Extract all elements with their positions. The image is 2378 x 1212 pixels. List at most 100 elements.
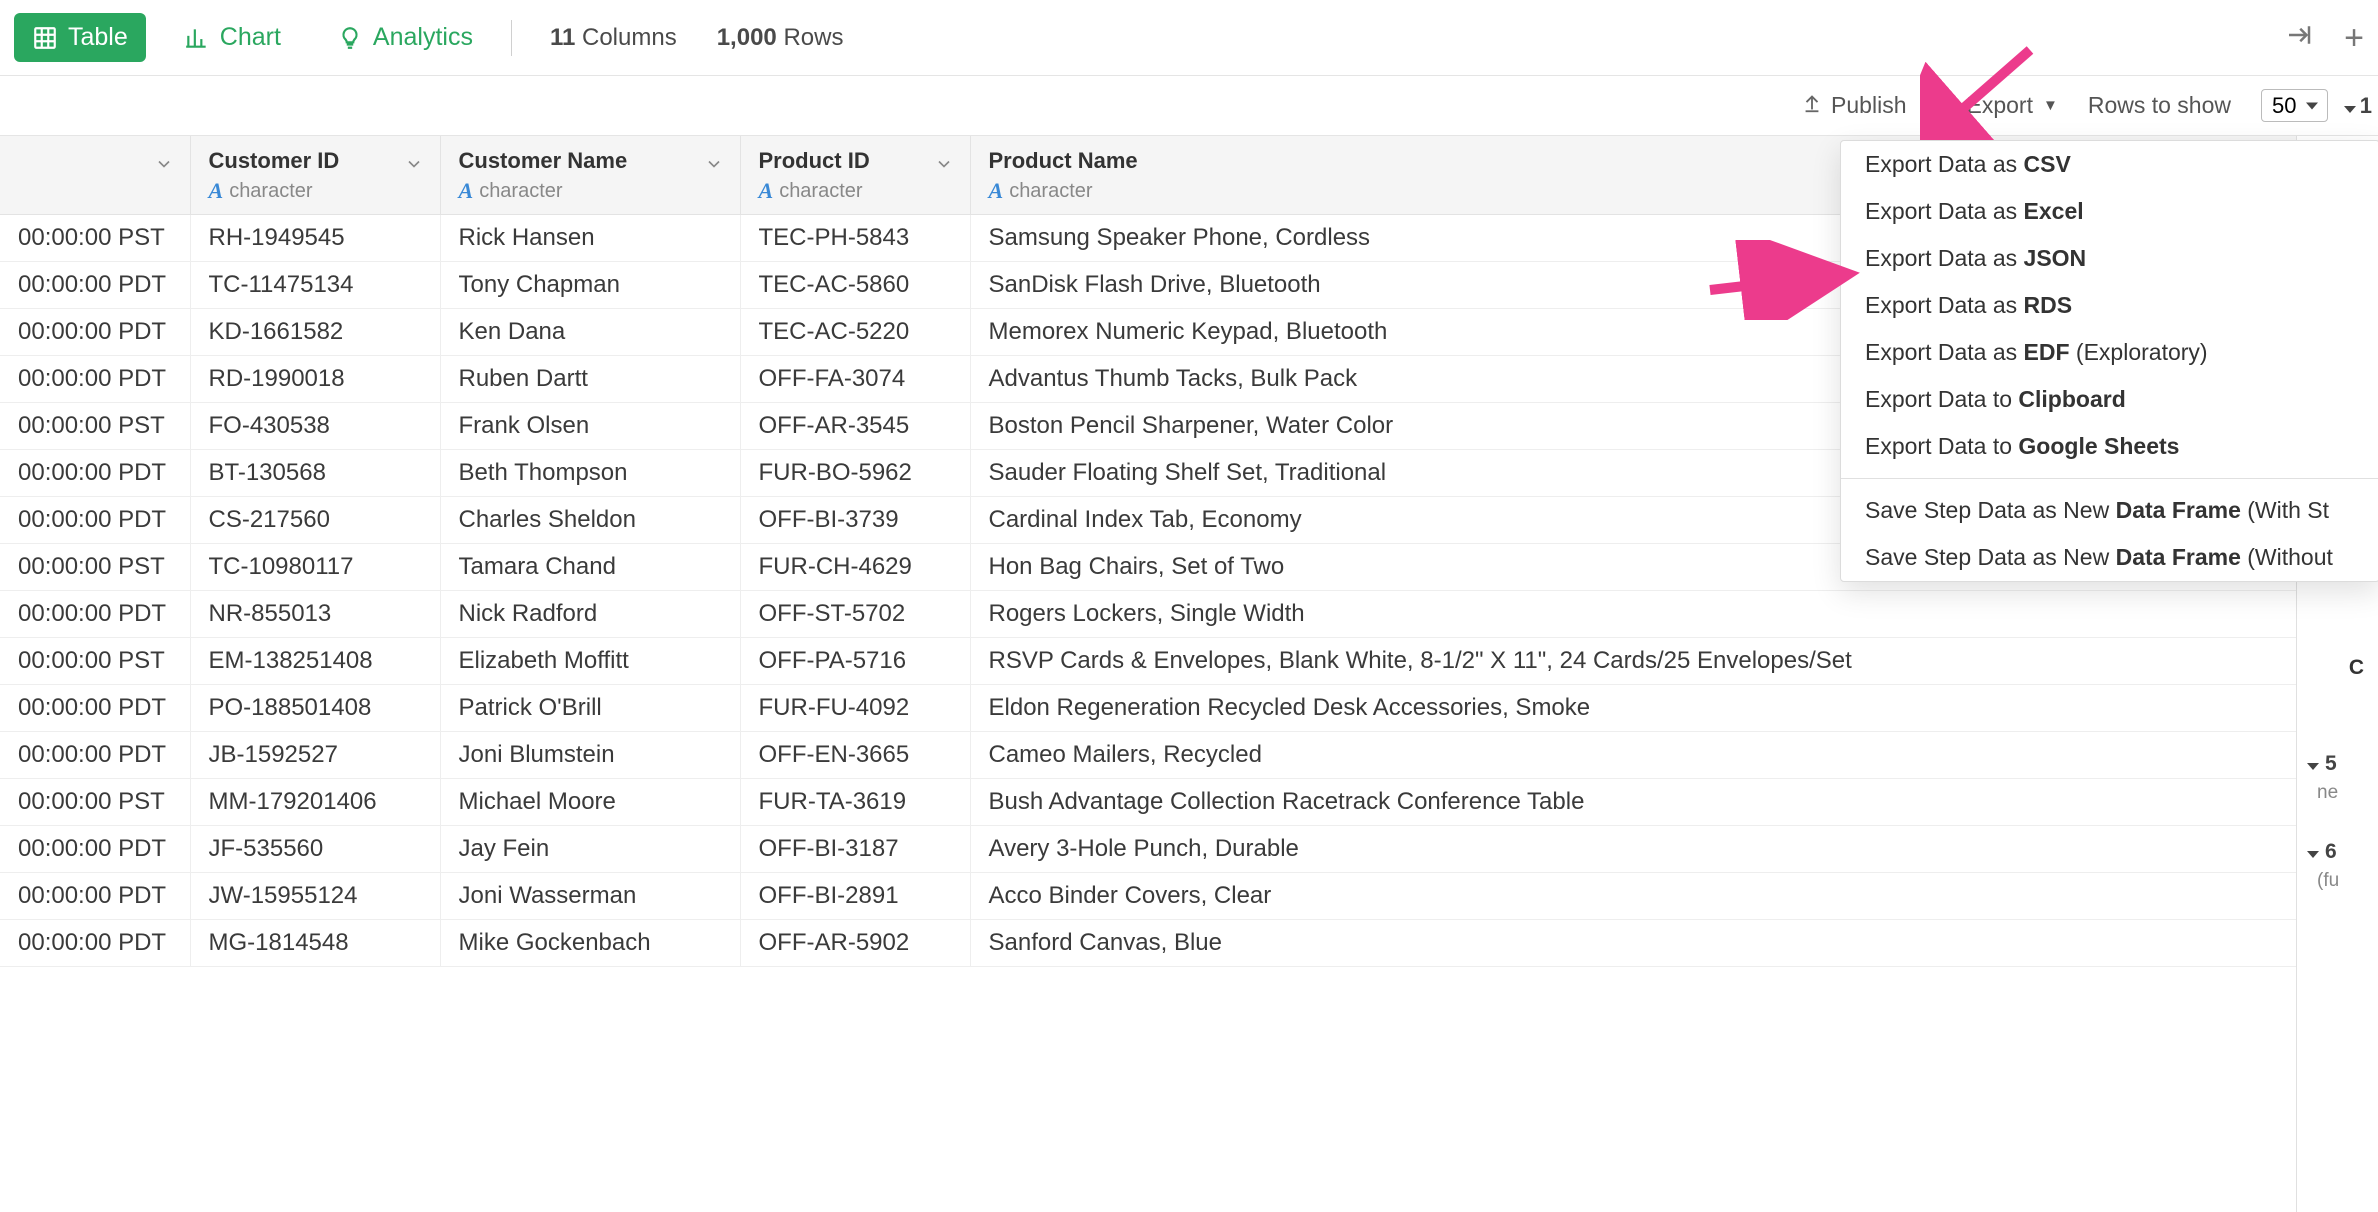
tab-table-label: Table [68, 23, 128, 52]
table-row[interactable]: 00:00:00 PDTPO-188501408Patrick O'BrillF… [0, 685, 2378, 732]
cell-cid: NR-855013 [190, 591, 440, 638]
caret-down-icon [2307, 840, 2319, 864]
table-row[interactable]: 00:00:00 PDTJW-15955124Joni WassermanOFF… [0, 873, 2378, 920]
cell-ts: 00:00:00 PDT [0, 826, 190, 873]
rows-count: 1,000 [717, 24, 777, 51]
rail-item-6[interactable]: 6 [2297, 834, 2378, 870]
cell-ts: 00:00:00 PDT [0, 262, 190, 309]
cell-cname: Rick Hansen [440, 215, 740, 262]
cell-cid: JB-1592527 [190, 732, 440, 779]
table-row[interactable]: 00:00:00 PDTNR-855013Nick RadfordOFF-ST-… [0, 591, 2378, 638]
cell-ts: 00:00:00 PST [0, 544, 190, 591]
cell-cname: Charles Sheldon [440, 497, 740, 544]
cell-cname: Nick Radford [440, 591, 740, 638]
cell-cid: RD-1990018 [190, 356, 440, 403]
column-header-product-id[interactable]: Product ID Acharacter [740, 136, 970, 215]
cell-cid: JF-535560 [190, 826, 440, 873]
export-csv[interactable]: Export Data as CSV [1841, 141, 2378, 188]
cell-cid: KD-1661582 [190, 309, 440, 356]
cell-ts: 00:00:00 PST [0, 779, 190, 826]
cell-cid: RH-1949545 [190, 215, 440, 262]
cell-pname: Acco Binder Covers, Clear [970, 873, 2378, 920]
cell-pid: OFF-AR-3545 [740, 403, 970, 450]
export-json[interactable]: Export Data as JSON [1841, 235, 2378, 282]
cell-pid: OFF-FA-3074 [740, 356, 970, 403]
rail-item-5[interactable]: 5 [2297, 746, 2378, 782]
chevron-down-icon [704, 154, 724, 180]
column-header-customer-name[interactable]: Customer Name Acharacter [440, 136, 740, 215]
sub-toolbar: Publish Export ▼ Rows to show 50 1 [0, 76, 2378, 136]
cell-cid: FO-430538 [190, 403, 440, 450]
table-row[interactable]: 00:00:00 PDTJF-535560Jay FeinOFF-BI-3187… [0, 826, 2378, 873]
export-edf[interactable]: Export Data as EDF (Exploratory) [1841, 329, 2378, 376]
chevron-down-icon [404, 154, 424, 180]
cell-cname: Tony Chapman [440, 262, 740, 309]
cell-pid: TEC-PH-5843 [740, 215, 970, 262]
chevron-down-icon [934, 154, 954, 180]
cell-cid: TC-10980117 [190, 544, 440, 591]
publish-label: Publish [1831, 92, 1906, 119]
cell-pid: FUR-TA-3619 [740, 779, 970, 826]
cell-cname: Patrick O'Brill [440, 685, 740, 732]
cell-pid: TEC-AC-5220 [740, 309, 970, 356]
cell-ts: 00:00:00 PDT [0, 309, 190, 356]
type-character-icon: A [459, 178, 474, 204]
download-icon [1936, 92, 1958, 120]
export-button[interactable]: Export ▼ [1936, 92, 2057, 120]
divider [511, 20, 512, 56]
export-clipboard[interactable]: Export Data to Clipboard [1841, 376, 2378, 423]
cell-ts: 00:00:00 PDT [0, 732, 190, 779]
cell-pname: Bush Advantage Collection Racetrack Conf… [970, 779, 2378, 826]
save-step-dataframe-withsteps[interactable]: Save Step Data as New Data Frame (With S… [1841, 487, 2378, 534]
rows-label: Rows [783, 24, 843, 51]
rail-item-5-sub: ne [2297, 782, 2378, 804]
caret-down-icon: ▼ [2043, 97, 2058, 114]
cell-ts: 00:00:00 PDT [0, 685, 190, 732]
export-googlesheets[interactable]: Export Data to Google Sheets [1841, 423, 2378, 470]
tab-analytics[interactable]: Analytics [319, 13, 491, 62]
chart-icon [184, 25, 210, 51]
cell-cid: EM-138251408 [190, 638, 440, 685]
cell-pname: Avery 3-Hole Punch, Durable [970, 826, 2378, 873]
cell-cname: Michael Moore [440, 779, 740, 826]
rail-item-6-sub: (fu [2297, 870, 2378, 892]
cell-pid: FUR-FU-4092 [740, 685, 970, 732]
rows-to-show-select[interactable]: 50 [2261, 89, 2328, 122]
type-character-icon: A [209, 178, 224, 204]
cell-pname: Cameo Mailers, Recycled [970, 732, 2378, 779]
chevron-down-icon [154, 154, 174, 180]
publish-button[interactable]: Publish [1801, 92, 1906, 120]
export-excel[interactable]: Export Data as Excel [1841, 188, 2378, 235]
save-step-dataframe-without[interactable]: Save Step Data as New Data Frame (Withou… [1841, 534, 2378, 581]
tab-table[interactable]: Table [14, 13, 146, 62]
table-row[interactable]: 00:00:00 PDTJB-1592527Joni BlumsteinOFF-… [0, 732, 2378, 779]
cell-pid: FUR-BO-5962 [740, 450, 970, 497]
cell-cid: CS-217560 [190, 497, 440, 544]
column-header-customer-id[interactable]: Customer ID Acharacter [190, 136, 440, 215]
cell-pid: OFF-BI-3739 [740, 497, 970, 544]
cell-ts: 00:00:00 PDT [0, 497, 190, 544]
upload-icon [1801, 92, 1823, 120]
table-row[interactable]: 00:00:00 PSTEM-138251408Elizabeth Moffit… [0, 638, 2378, 685]
table-row[interactable]: 00:00:00 PDTMG-1814548Mike GockenbachOFF… [0, 920, 2378, 967]
cell-ts: 00:00:00 PDT [0, 873, 190, 920]
tab-chart-label: Chart [220, 23, 281, 52]
rows-to-show-label: Rows to show [2088, 92, 2231, 119]
plus-icon[interactable]: + [2344, 21, 2364, 55]
export-rds[interactable]: Export Data as RDS [1841, 282, 2378, 329]
cell-pname: Rogers Lockers, Single Width [970, 591, 2378, 638]
cell-cname: Mike Gockenbach [440, 920, 740, 967]
collapse-right-icon[interactable] [2284, 20, 2314, 56]
tab-analytics-label: Analytics [373, 23, 473, 52]
col-row-info: 11 Columns 1,000 Rows [550, 24, 844, 52]
column-header-timestamp[interactable] [0, 136, 190, 215]
cell-pid: OFF-BI-3187 [740, 826, 970, 873]
cell-cid: JW-15955124 [190, 873, 440, 920]
table-row[interactable]: 00:00:00 PSTMM-179201406Michael MooreFUR… [0, 779, 2378, 826]
cell-pname: RSVP Cards & Envelopes, Blank White, 8-1… [970, 638, 2378, 685]
cell-pid: OFF-PA-5716 [740, 638, 970, 685]
cell-pname: Sanford Canvas, Blue [970, 920, 2378, 967]
tab-chart[interactable]: Chart [166, 13, 299, 62]
view-tabs: Table Chart Analytics [14, 13, 491, 62]
type-character-icon: A [759, 178, 774, 204]
